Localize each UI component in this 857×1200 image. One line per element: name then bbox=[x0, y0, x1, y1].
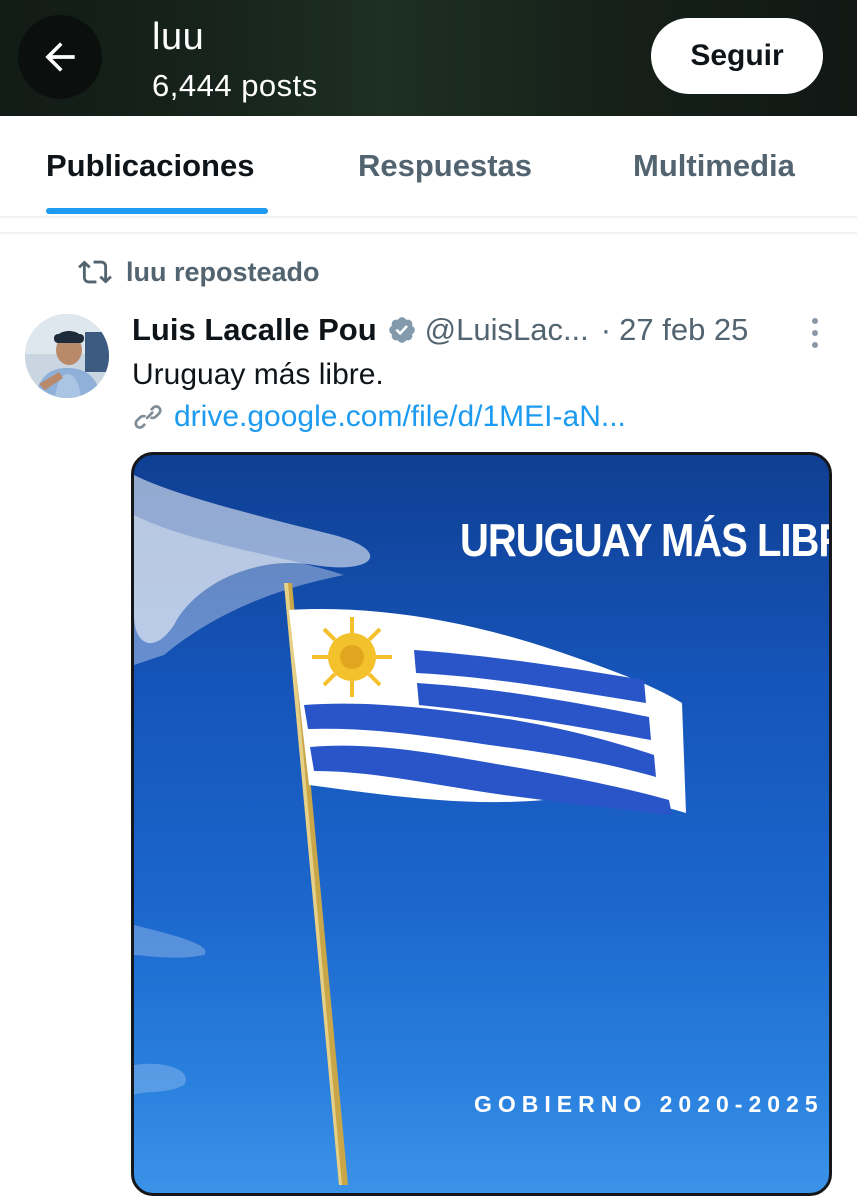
divider bbox=[0, 232, 857, 234]
follow-button[interactable]: Seguir bbox=[651, 18, 823, 94]
repost-label: luu reposteado bbox=[126, 256, 320, 287]
separator-dot: · bbox=[600, 312, 612, 347]
verified-badge-icon bbox=[388, 317, 415, 343]
post-date[interactable]: 27 feb 25 bbox=[619, 312, 748, 348]
profile-tabs: Publicaciones Respuestas Multimedia bbox=[0, 116, 857, 218]
post-count: 6,444 posts bbox=[152, 68, 318, 103]
avatar[interactable] bbox=[25, 314, 109, 398]
back-button[interactable] bbox=[18, 15, 102, 99]
more-options-button[interactable] bbox=[800, 316, 830, 350]
tab-multimedia[interactable]: Multimedia bbox=[633, 148, 795, 184]
author-name[interactable]: Luis Lacalle Pou bbox=[132, 312, 377, 348]
more-dot bbox=[812, 342, 818, 348]
tab-respuestas[interactable]: Respuestas bbox=[358, 148, 532, 184]
link-text: drive.google.com/file/d/1MEI-aN... bbox=[174, 400, 626, 433]
post-text: Uruguay más libre. bbox=[132, 358, 384, 391]
more-dot bbox=[812, 318, 818, 324]
post-link[interactable]: drive.google.com/file/d/1MEI-aN... bbox=[132, 400, 626, 434]
link-icon bbox=[134, 405, 162, 429]
tab-publicaciones[interactable]: Publicaciones bbox=[46, 148, 254, 184]
arrow-left-icon bbox=[45, 42, 75, 72]
profile-name: luu bbox=[152, 16, 205, 58]
repost-icon bbox=[78, 260, 112, 284]
repost-indicator[interactable]: luu reposteado bbox=[78, 255, 320, 289]
more-dot bbox=[812, 330, 818, 336]
avatar-image bbox=[25, 314, 109, 398]
post-header: Luis Lacalle Pou @LuisLac... · 27 feb 25 bbox=[132, 310, 748, 350]
author-handle[interactable]: @LuisLac... bbox=[425, 312, 589, 348]
post-media-image[interactable]: URUGUAY MÁS LIBRE GOBIERNO 2020-2025 bbox=[131, 452, 832, 1196]
media-footer: GOBIERNO 2020-2025 bbox=[474, 1091, 824, 1117]
media-headline: URUGUAY MÁS LIBRE bbox=[460, 515, 832, 567]
profile-header: luu 6,444 posts Seguir bbox=[0, 0, 857, 116]
active-tab-indicator bbox=[46, 208, 268, 214]
